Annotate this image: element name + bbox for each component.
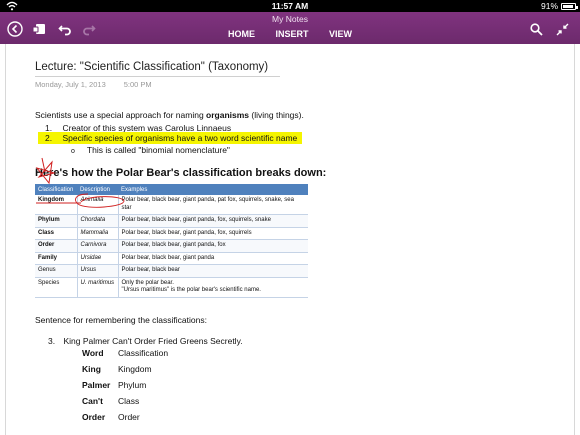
mnemonic-word: Order [82,412,106,422]
list-number: 3. [48,336,56,346]
mnemonic-list[interactable]: Word Classification King Kingdom Palmer Phy… [82,348,168,428]
table-cell: Class [35,227,78,240]
search-button[interactable] [527,20,545,38]
table-row: Phylum Chordata Polar bear, black bear, … [35,214,308,228]
table-row: Order Carnivora Polar bear, black bear, … [35,239,308,253]
app-header: My Notes HOME INSERT VIEW [0,12,580,44]
status-bar: 11:57 AM 91% [0,0,580,12]
mnemonic-class: Kingdom [118,364,152,374]
mnemonic-class: Classification [118,348,169,358]
table-cell: Only the polar bear. "Ursus maritimus" i… [118,277,308,298]
table-cell: Carnivora [77,239,119,253]
mnemonic-row: Order Order [82,412,168,428]
table-header-examples: Examples [118,184,308,195]
mnemonic-row: Word Classification [82,348,168,364]
table-cell: Order [35,239,78,253]
intro-text-start: Scientists use a special approach for na… [35,110,207,120]
table-cell: Genus [35,264,78,278]
list-item-text: King Palmer Can't Order Fried Greens Sec… [63,336,243,346]
sub-list-item[interactable]: o This is called "binomial nomenclature" [71,145,230,155]
list-number: 2. [45,133,53,143]
table-row: Class Mammalia Polar bear, black bear, g… [35,227,308,240]
table-header-description: Description [77,184,118,195]
tab-home[interactable]: HOME [228,29,255,39]
table-cell: Ursidae [77,252,119,265]
sentence-paragraph[interactable]: Sentence for remembering the classificat… [35,315,207,325]
status-time: 11:57 AM [271,1,309,11]
table-cell: U. maritimus [77,277,119,298]
page-time: 5:00 PM [123,80,152,89]
table-cell: Polar bear, black bear [118,264,308,278]
section-heading[interactable]: Here's how the Polar Bear's classificati… [35,167,326,179]
battery-icon [561,3,578,10]
table-cell: Chordata [77,214,119,228]
table-cell: Mammalia [77,227,119,240]
classification-table[interactable]: Classification Description Examples King… [35,184,308,298]
mnemonic-class: Phylum [118,380,147,390]
table-cell: Phylum [35,214,78,228]
table-row: Species U. maritimus Only the polar bear… [35,277,308,298]
table-cell-line: "Ursus maritimus" is the polar bear's sc… [121,287,261,293]
tab-view[interactable]: VIEW [329,29,352,39]
table-cell-line: Only the polar bear. [121,279,174,286]
table-cell: Ursus [77,264,119,278]
page-title[interactable]: Lecture: "Scientific Classification" (Ta… [35,61,268,73]
tab-insert[interactable]: INSERT [275,29,308,39]
title-divider [35,76,280,77]
mnemonic-class: Order [118,412,140,422]
table-cell: Polar bear, black bear, giant panda, fox… [118,227,308,240]
mnemonic-word: Can't [82,396,103,406]
table-cell: Polar bear, black bear, giant panda, pat… [118,195,308,215]
intro-bold-term: organisms [206,110,250,120]
table-cell: Polar bear, black bear, giant panda, fox… [118,214,308,228]
mnemonic-row: Palmer Phylum [82,380,168,396]
table-row: Kingdom Animalia Polar bear, black bear,… [35,195,308,215]
mnemonic-word: Palmer [82,380,111,390]
mnemonic-word: Word [82,348,104,358]
mnemonic-class: Class [118,396,140,406]
mnemonic-row: Can't Class [82,396,168,412]
battery-percent: 91% [540,1,558,11]
highlighted-list-item[interactable]: 2. Specific species of organisms have a … [38,132,303,144]
table-cell: Polar bear, black bear, giant panda, fox [118,239,308,253]
bullet-icon: o [71,148,75,155]
table-cell: Species [35,277,78,298]
intro-text-end: (living things). [249,110,304,120]
sub-list-item-text: This is called "binomial nomenclature" [86,145,230,155]
list-item[interactable]: 3. King Palmer Can't Order Fried Greens … [48,336,243,346]
collapse-button[interactable] [553,20,571,38]
table-header-classification: Classification [35,184,77,195]
intro-paragraph[interactable]: Scientists use a special approach for na… [35,110,304,120]
ribbon-tabs: HOME INSERT VIEW [0,29,580,39]
table-row: Genus Ursus Polar bear, black bear [35,264,308,278]
table-cell: Polar bear, black bear, giant panda [118,252,308,265]
table-cell: Kingdom [35,195,78,215]
list-item-text: Specific species of organisms have a two… [62,133,298,143]
page-datetime: Monday, July 1, 2013 5:00 PM [35,80,152,89]
table-cell: Animalia [77,195,119,215]
search-icon [529,22,543,36]
collapse-icon [556,23,568,35]
page-date: Monday, July 1, 2013 [35,80,106,89]
mnemonic-row: King Kingdom [82,364,168,380]
mnemonic-word: King [82,364,101,374]
note-page[interactable]: Lecture: "Scientific Classification" (Ta… [5,44,575,435]
table-cell: Family [35,252,78,265]
table-row: Family Ursidae Polar bear, black bear, g… [35,252,308,265]
